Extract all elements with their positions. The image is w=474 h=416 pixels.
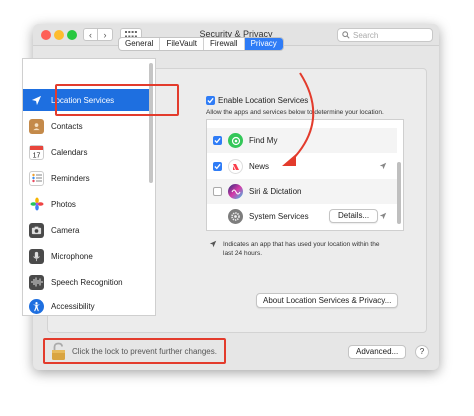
list-item-news[interactable]: News bbox=[207, 154, 397, 179]
sidebar-item-location-services[interactable]: Location Services bbox=[23, 89, 149, 111]
legend-line-2: last 24 hours. bbox=[223, 250, 263, 257]
app-list-scrollbar[interactable] bbox=[397, 162, 401, 224]
location-arrow-icon bbox=[29, 92, 44, 108]
enable-location-services-row[interactable]: Enable Location Services bbox=[206, 96, 308, 105]
location-arrow-icon bbox=[209, 240, 217, 248]
search-field[interactable] bbox=[337, 28, 433, 42]
sidebar-item-accessibility[interactable]: Accessibility bbox=[23, 295, 149, 317]
tab-filevault[interactable]: FileVault bbox=[160, 38, 204, 50]
app-name: System Services bbox=[249, 212, 309, 221]
tab-general[interactable]: General bbox=[119, 38, 161, 50]
sidebar-item-reminders[interactable]: Reminders bbox=[23, 167, 149, 189]
checkmark-icon bbox=[207, 97, 214, 104]
checkmark-icon bbox=[214, 163, 221, 170]
sidebar-item-speech-recognition[interactable]: Speech Recognition bbox=[23, 271, 149, 293]
sidebar-item-contacts[interactable]: Contacts bbox=[23, 115, 149, 137]
calendar-icon: 17 bbox=[29, 144, 44, 160]
privacy-category-list: Location Services Contacts 17 Calendars … bbox=[22, 58, 156, 316]
app-name: News bbox=[249, 162, 270, 171]
checkmark-icon bbox=[214, 137, 221, 144]
sidebar-item-label: Microphone bbox=[51, 251, 93, 261]
search-icon bbox=[342, 31, 350, 39]
enable-location-services-checkbox[interactable] bbox=[206, 96, 215, 105]
search-input[interactable] bbox=[353, 30, 429, 40]
photos-flower-icon bbox=[29, 196, 44, 212]
advanced-button[interactable]: Advanced... bbox=[348, 345, 407, 359]
accessibility-icon bbox=[29, 298, 44, 314]
sidebar-item-calendars[interactable]: 17 Calendars bbox=[23, 141, 149, 163]
sidebar-item-microphone[interactable]: Microphone bbox=[23, 245, 149, 267]
camera-icon bbox=[29, 222, 44, 238]
gear-icon bbox=[228, 209, 243, 224]
list-item-siri-dictation[interactable]: Siri & Dictation bbox=[207, 179, 397, 204]
sidebar-item-photos[interactable]: Photos bbox=[23, 193, 149, 215]
sidebar-item-label: Camera bbox=[51, 225, 80, 235]
tab-bar: General FileVault Firewall Privacy bbox=[118, 37, 284, 51]
sidebar-item-label: Speech Recognition bbox=[51, 277, 123, 287]
microphone-icon bbox=[29, 248, 44, 264]
lock-message: Click the lock to prevent further change… bbox=[72, 347, 217, 356]
svg-text:17: 17 bbox=[33, 152, 41, 159]
news-checkbox[interactable] bbox=[213, 162, 222, 171]
legend-line-1: Indicates an app that has used your loca… bbox=[223, 241, 380, 248]
location-description: Allow the apps and services below to det… bbox=[206, 109, 384, 116]
about-location-services-button[interactable]: About Location Services & Privacy... bbox=[256, 293, 399, 308]
list-item-system-services: System Services Details... bbox=[207, 204, 397, 229]
sidebar-item-label: Location Services bbox=[51, 95, 115, 105]
find-my-app-icon bbox=[228, 133, 243, 148]
waveform-icon bbox=[29, 274, 44, 290]
sidebar-scrollbar[interactable] bbox=[149, 63, 153, 183]
enable-location-services-label: Enable Location Services bbox=[218, 96, 309, 105]
find-my-checkbox[interactable] bbox=[213, 136, 222, 145]
app-name: Siri & Dictation bbox=[249, 187, 302, 196]
padlock-icon[interactable] bbox=[50, 342, 68, 362]
sidebar-item-label: Calendars bbox=[51, 147, 88, 157]
recent-location-arrow-icon bbox=[379, 162, 387, 170]
siri-app-icon bbox=[228, 184, 243, 199]
sidebar-item-label: Photos bbox=[51, 199, 76, 209]
siri-dictation-checkbox[interactable] bbox=[213, 187, 222, 196]
app-name: Find My bbox=[249, 136, 278, 145]
location-app-list: Find My News Siri & Dictation System Ser… bbox=[206, 119, 404, 231]
sidebar-item-label: Accessibility bbox=[51, 301, 95, 311]
tab-firewall[interactable]: Firewall bbox=[204, 38, 245, 50]
reminders-list-icon bbox=[29, 170, 44, 186]
recent-location-arrow-icon bbox=[379, 212, 387, 220]
tab-privacy[interactable]: Privacy bbox=[244, 38, 283, 50]
location-legend: Indicates an app that has used your loca… bbox=[209, 240, 393, 258]
contacts-book-icon bbox=[29, 118, 44, 134]
sidebar-item-camera[interactable]: Camera bbox=[23, 219, 149, 241]
news-app-icon bbox=[228, 159, 243, 174]
legend-text: Indicates an app that has used your loca… bbox=[223, 240, 393, 258]
sidebar-item-label: Reminders bbox=[51, 173, 90, 183]
sidebar-item-label: Contacts bbox=[51, 121, 83, 131]
help-button[interactable]: ? bbox=[415, 345, 429, 359]
system-services-details-button[interactable]: Details... bbox=[329, 209, 379, 223]
list-item-find-my[interactable]: Find My bbox=[207, 128, 397, 153]
